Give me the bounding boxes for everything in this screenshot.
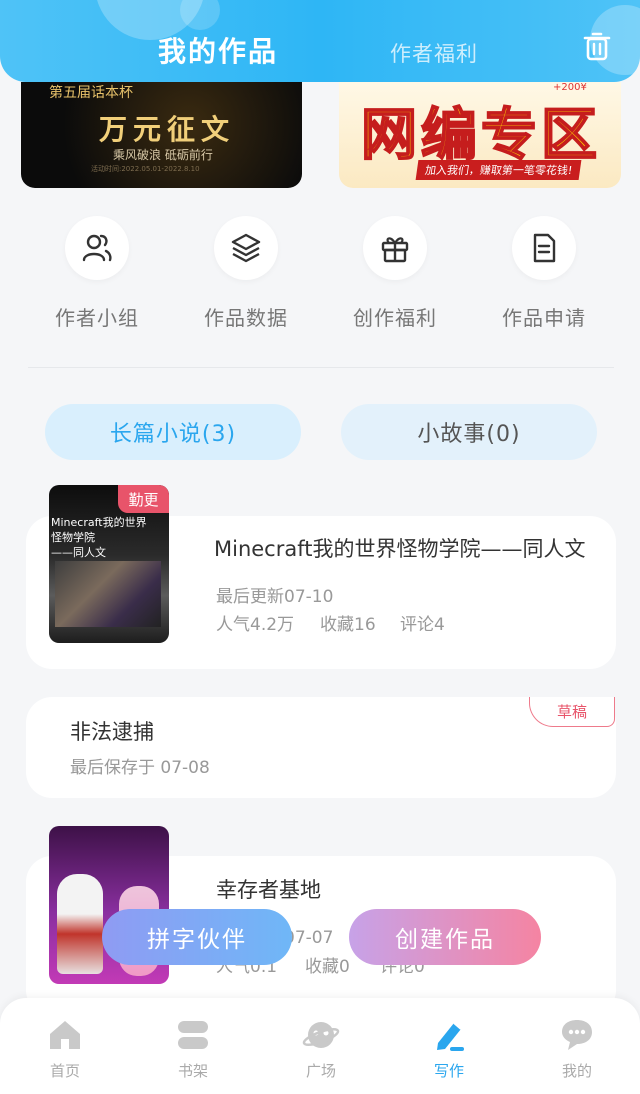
top-header: 我的作品 作者福利 <box>0 0 640 82</box>
nav-bookshelf[interactable]: 书架 <box>153 1016 233 1081</box>
action-label: 作品申请 <box>502 306 586 330</box>
group-icon <box>65 216 129 280</box>
cover-text: Minecraft我的世界 怪物学院 ——同人文 <box>51 516 147 559</box>
action-author-group[interactable]: 作者小组 <box>22 216 172 331</box>
nav-label: 首页 <box>49 1062 80 1080</box>
nav-mine[interactable]: 我的 <box>537 1016 617 1081</box>
nav-label: 写作 <box>433 1062 464 1080</box>
work-favorites: 收藏16 <box>320 615 376 635</box>
nav-label: 我的 <box>561 1062 592 1080</box>
banner-slogan: 乘风破浪 砥砺前行 <box>113 148 213 162</box>
nav-label: 广场 <box>305 1062 336 1080</box>
work-saved: 最后保存于 07-08 <box>70 758 210 778</box>
document-icon <box>512 216 576 280</box>
trash-icon[interactable] <box>580 30 614 64</box>
writing-partner-button[interactable]: 拼字伙伴 <box>102 909 292 965</box>
frequent-update-badge: 勤更 <box>118 485 169 513</box>
layers-icon <box>214 216 278 280</box>
action-label: 作品数据 <box>204 306 288 330</box>
draft-card[interactable] <box>26 697 616 798</box>
planet-icon <box>299 1016 343 1054</box>
action-creator-benefits[interactable]: 创作福利 <box>320 216 470 331</box>
home-icon <box>43 1016 87 1054</box>
cover-art <box>57 874 103 974</box>
nav-label: 书架 <box>177 1062 208 1080</box>
tab-novels[interactable]: 长篇小说(3) <box>45 404 301 460</box>
work-title: 非法逮捕 <box>70 720 154 744</box>
create-work-button[interactable]: 创建作品 <box>349 909 541 965</box>
action-work-data[interactable]: 作品数据 <box>171 216 321 331</box>
banner-subtitle: 第五届话本杯 <box>49 85 133 101</box>
cover-art <box>55 561 161 627</box>
nav-home[interactable]: 首页 <box>25 1016 105 1081</box>
bookshelf-icon <box>171 1016 215 1054</box>
divider <box>28 367 614 368</box>
nav-plaza[interactable]: 广场 <box>281 1016 361 1081</box>
work-title: 幸存者基地 <box>216 878 321 902</box>
work-comments: 评论4 <box>400 615 445 635</box>
work-updated: 最后更新07-10 <box>216 587 334 607</box>
banner-title: 万元征文 <box>99 113 236 146</box>
editor-zone-banner[interactable]: +200¥ 网编专区 加入我们，赚取第一笔零花钱! <box>339 82 621 188</box>
tab-my-works[interactable]: 我的作品 <box>158 30 278 70</box>
banner-ribbon: 加入我们，赚取第一笔零花钱! <box>415 160 582 180</box>
banner-date: 活动时间:2022.05.01-2022.8.10 <box>91 165 200 173</box>
banner-title: 网编专区 <box>360 102 601 169</box>
work-favorites: 收藏0 <box>305 957 350 977</box>
action-work-application[interactable]: 作品申请 <box>469 216 619 331</box>
draft-badge: 草稿 <box>529 697 615 727</box>
action-label: 创作福利 <box>353 306 437 330</box>
tab-author-benefits[interactable]: 作者福利 <box>390 38 478 68</box>
chat-bubble-icon <box>555 1016 599 1054</box>
contest-banner[interactable]: 第五届话本杯 万元征文 乘风破浪 砥砺前行 活动时间:2022.05.01-20… <box>21 82 302 188</box>
pen-icon <box>427 1016 471 1054</box>
action-label: 作者小组 <box>55 306 139 330</box>
work-title: Minecraft我的世界怪物学院——同人文 <box>214 537 586 561</box>
tab-short-stories[interactable]: 小故事(0) <box>341 404 597 460</box>
work-popularity: 人气4.2万 <box>216 615 295 635</box>
bottom-nav: 首页 书架 广场 写作 我的 <box>0 998 640 1094</box>
gift-icon <box>363 216 427 280</box>
nav-write[interactable]: 写作 <box>409 1016 489 1081</box>
